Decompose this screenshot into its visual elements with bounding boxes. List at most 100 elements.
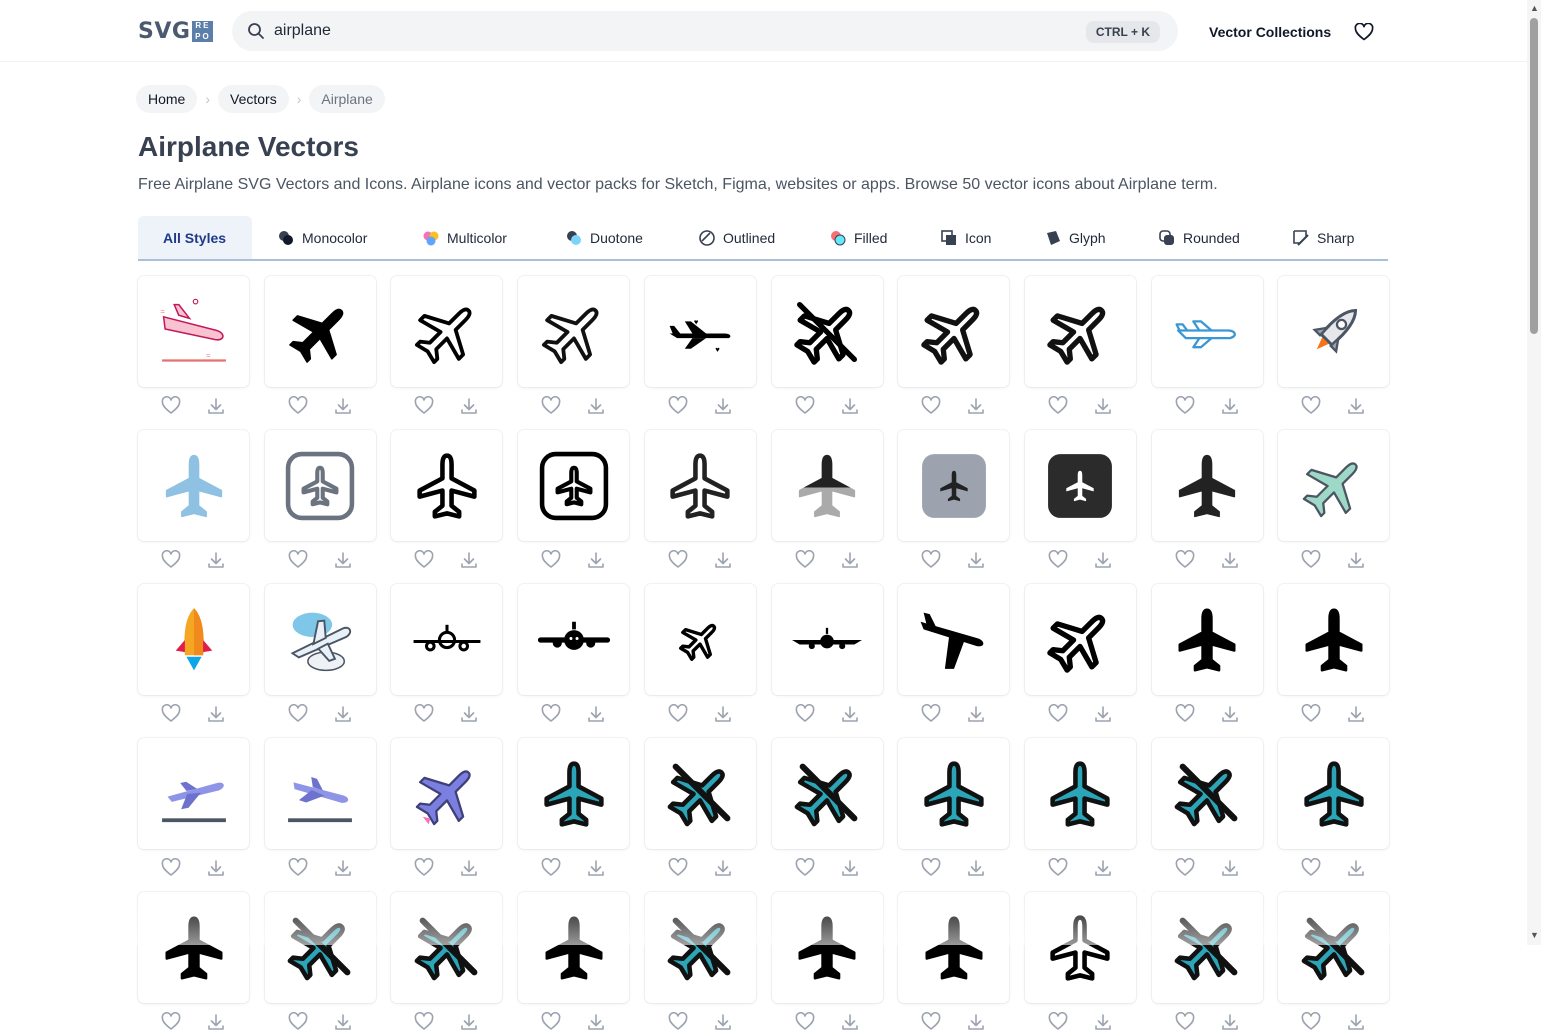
download-icon[interactable] [1220,550,1240,570]
heart-icon[interactable] [414,396,434,416]
download-icon[interactable] [1093,550,1113,570]
heart-icon[interactable] [161,1012,181,1032]
heart-icon[interactable] [288,1012,308,1032]
tab-multicolor[interactable]: Multicolor [422,216,542,259]
result-card[interactable] [138,430,249,541]
download-icon[interactable] [206,858,226,878]
result-card[interactable] [898,892,1010,1003]
result-card[interactable] [644,738,756,849]
download-icon[interactable] [966,858,986,878]
heart-icon[interactable] [161,396,181,416]
heart-icon[interactable] [668,550,688,570]
download-icon[interactable] [1093,858,1113,878]
download-icon[interactable] [206,704,226,724]
download-icon[interactable] [713,396,733,416]
result-card[interactable] [1024,430,1136,541]
heart-icon[interactable] [414,704,434,724]
result-card[interactable] [138,584,249,695]
download-icon[interactable] [333,858,353,878]
heart-icon[interactable] [541,550,561,570]
scroll-up-arrow-icon[interactable]: ▲ [1530,3,1539,13]
heart-icon[interactable] [921,550,941,570]
scrollbar[interactable]: ▲ ▼ [1527,0,1541,945]
result-card[interactable] [518,430,630,541]
result-card[interactable] [898,430,1010,541]
download-icon[interactable] [966,396,986,416]
heart-icon[interactable] [1175,396,1195,416]
download-icon[interactable] [713,550,733,570]
download-icon[interactable] [1093,396,1113,416]
heart-icon[interactable] [541,858,561,878]
result-card[interactable] [138,892,249,1003]
tab-sharp[interactable]: Sharp [1292,216,1372,259]
result-card[interactable] [644,892,756,1003]
download-icon[interactable] [966,704,986,724]
download-icon[interactable] [1346,704,1366,724]
download-icon[interactable] [586,396,606,416]
heart-icon[interactable] [1301,550,1321,570]
heart-icon[interactable] [921,858,941,878]
heart-icon[interactable] [795,704,815,724]
heart-icon[interactable] [414,1012,434,1032]
result-card[interactable] [1278,584,1390,695]
download-icon[interactable] [459,550,479,570]
heart-icon[interactable] [921,396,941,416]
result-card[interactable] [771,276,883,387]
download-icon[interactable] [333,704,353,724]
download-icon[interactable] [713,1012,733,1032]
breadcrumb-home[interactable]: Home [136,85,198,113]
heart-icon[interactable] [288,858,308,878]
scrollbar-thumb[interactable] [1530,18,1538,334]
result-card[interactable] [518,276,630,387]
heart-icon[interactable] [668,704,688,724]
download-icon[interactable] [1346,858,1366,878]
result-card[interactable] [264,892,376,1003]
heart-icon[interactable] [795,858,815,878]
vector-collections-link[interactable]: Vector Collections [1209,24,1331,40]
heart-icon[interactable] [1301,704,1321,724]
result-card[interactable] [518,584,630,695]
download-icon[interactable] [1346,550,1366,570]
heart-icon[interactable] [161,704,181,724]
tab-monocolor[interactable]: Monocolor [277,216,400,259]
download-icon[interactable] [459,1012,479,1032]
result-card[interactable] [771,892,883,1003]
result-card[interactable] [264,276,376,387]
download-icon[interactable] [966,550,986,570]
result-card[interactable] [1151,738,1263,849]
result-card[interactable] [518,892,630,1003]
heart-icon[interactable] [288,704,308,724]
heart-icon[interactable] [414,858,434,878]
heart-icon[interactable] [1301,1012,1321,1032]
result-card[interactable] [1024,584,1136,695]
download-icon[interactable] [1220,704,1240,724]
result-card[interactable]: ♥ ♥ [644,276,756,387]
download-icon[interactable] [586,704,606,724]
result-card[interactable] [771,584,883,695]
result-card[interactable] [391,430,503,541]
heart-icon[interactable] [1175,858,1195,878]
result-card[interactable] [264,430,376,541]
breadcrumb-vectors[interactable]: Vectors [218,85,289,113]
heart-icon[interactable] [1048,396,1068,416]
result-card[interactable] [264,738,376,849]
result-card[interactable] [518,738,630,849]
search-bar[interactable]: CTRL + K [232,11,1178,51]
tab-glyph[interactable]: Glyph [1044,216,1134,259]
result-card[interactable] [1278,430,1390,541]
download-icon[interactable] [586,858,606,878]
result-card[interactable] [898,276,1010,387]
tab-outlined[interactable]: Outlined [698,216,806,259]
heart-icon[interactable] [541,396,561,416]
download-icon[interactable] [206,550,226,570]
result-card[interactable] [644,430,756,541]
download-icon[interactable] [1346,396,1366,416]
download-icon[interactable] [840,858,860,878]
heart-icon[interactable] [1354,23,1374,41]
result-card[interactable] [1278,276,1390,387]
result-card[interactable]: ≈ ≈ [138,276,249,387]
result-card[interactable] [898,738,1010,849]
result-card[interactable] [1278,738,1390,849]
tab-all-styles[interactable]: All Styles [138,216,252,259]
heart-icon[interactable] [1175,550,1195,570]
